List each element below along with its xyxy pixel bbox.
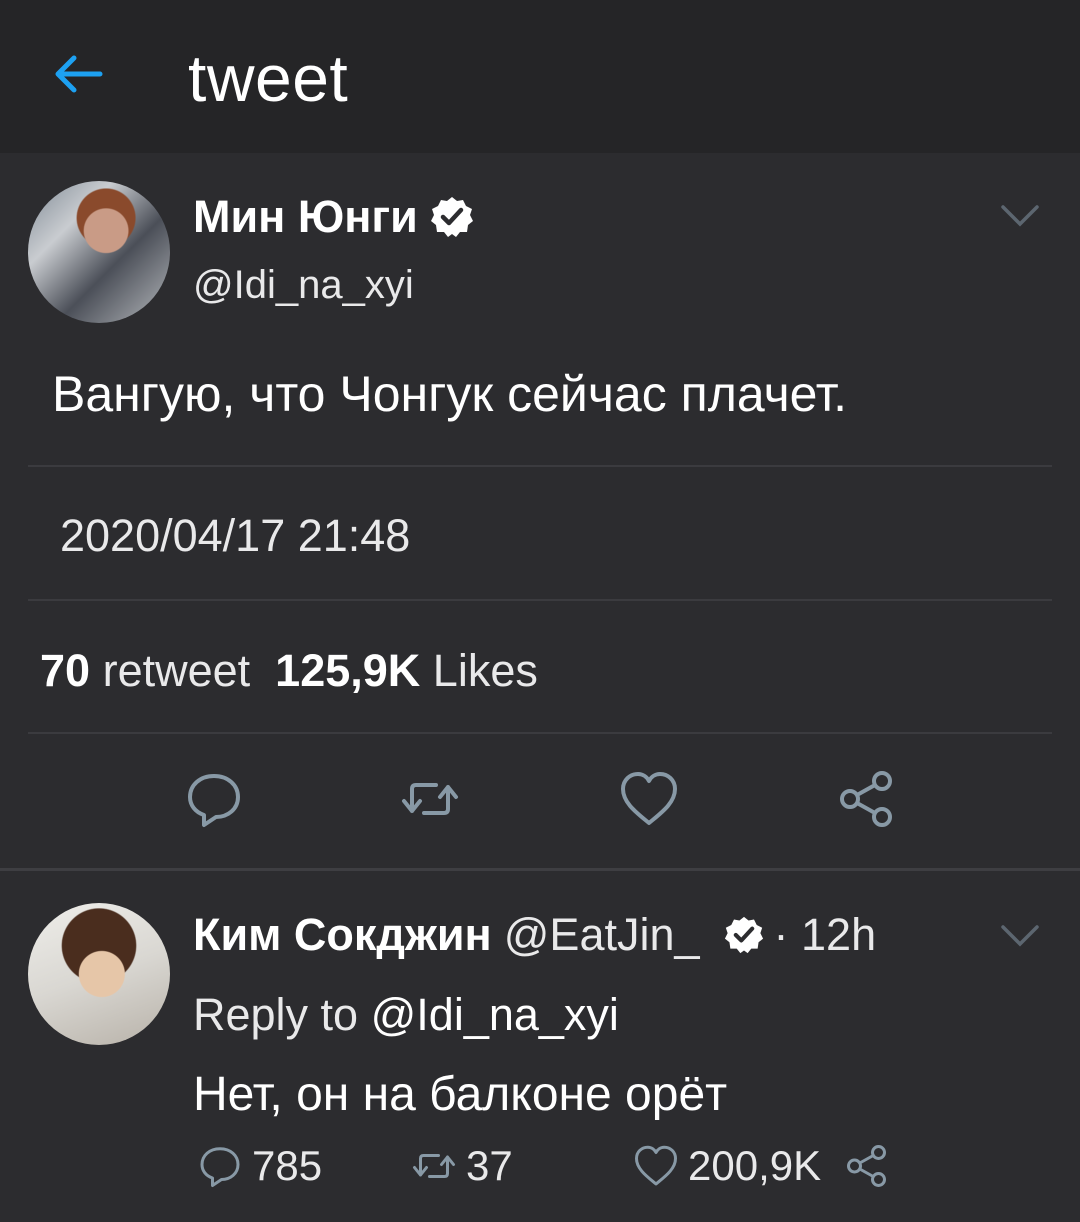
top-app-bar: tweet [0,0,1080,153]
likes-count[interactable]: 125,9K [275,645,420,696]
reply-time: · 12h [773,909,877,960]
divider [28,465,1052,467]
reply-retweet-button[interactable]: 37 [410,1142,513,1190]
reply-icon [188,774,240,827]
main-tweet: Мин Юнги @Idi_na_xyi Вангую, что Чонгук … [0,153,1080,869]
verified-badge-icon [724,916,763,954]
tweet-timestamp: 2020/04/17 21:48 [60,510,411,561]
reply-to-label: Reply to [193,989,359,1040]
chevron-down-icon[interactable] [1000,203,1040,229]
retweet-icon [413,1154,455,1178]
like-icon [621,772,677,825]
tweet-author: Мин Юнги [193,191,474,243]
avatar[interactable] [28,903,170,1045]
reply-reply-button[interactable]: 785 [196,1142,322,1190]
avatar[interactable] [28,181,170,323]
reply-to-handle[interactable]: @Idi_na_xyi [371,989,619,1040]
share-icon [840,771,892,827]
retweet-count: 37 [466,1142,513,1189]
reply-to-line: Reply to @Idi_na_xyi [193,989,619,1041]
verified-badge-icon [430,197,473,237]
author-handle[interactable]: @Idi_na_xyi [193,263,414,308]
retweet-icon [402,783,458,815]
author-display-name[interactable]: Ким Сокджин [193,909,492,961]
arrow-left-icon [55,55,103,93]
chevron-down-icon[interactable] [1000,923,1040,949]
like-icon [635,1145,677,1186]
author-handle[interactable]: @EatJin_ [504,909,700,961]
reply-count: 785 [252,1142,323,1189]
divider [28,599,1052,601]
reply-like-button[interactable]: 200,9K [632,1142,821,1190]
like-count: 200,9K [688,1142,822,1189]
likes-label[interactable]: Likes [433,645,538,696]
retweet-label[interactable]: retweet [103,645,251,696]
reply-share-button[interactable] [844,1142,900,1190]
share-button[interactable] [836,767,900,831]
tweet-text: Вангую, что Чонгук сейчас плачет. [52,366,848,422]
retweet-button[interactable] [398,767,462,831]
author-display-name[interactable]: Мин Юнги [193,191,418,243]
reply-button[interactable] [182,767,246,831]
divider [28,732,1052,734]
tweet-stats: 70 retweet 125,9K Likes [40,645,538,697]
page-title: tweet [188,41,349,115]
reply-icon [200,1147,240,1187]
back-button[interactable] [50,50,106,98]
reply-tweet[interactable]: Ким Сокджин @EatJin_ · 12h Reply to @Idi… [0,871,1080,1222]
retweet-count[interactable]: 70 [40,645,90,696]
like-button[interactable] [617,767,681,831]
share-icon [847,1145,886,1187]
reply-author: Ким Сокджин @EatJin_ · 12h [193,909,876,961]
reply-text: Нет, он на балконе орёт [193,1068,728,1121]
